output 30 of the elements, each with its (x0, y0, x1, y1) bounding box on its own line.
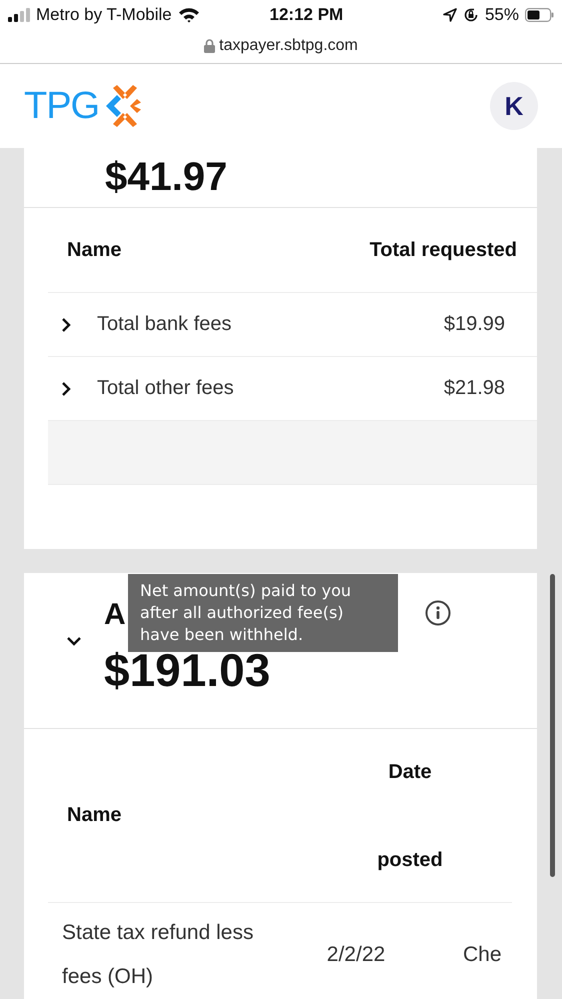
location-arrow-icon (442, 8, 457, 22)
tooltip: Net amount(s) paid to you after all authorized fee(s) have been withheld. (128, 574, 398, 652)
table-cell-text: Total bank fees (97, 313, 233, 336)
table-cell: $21.98 (444, 377, 505, 400)
fees-total-amount: $41.97 (105, 155, 228, 199)
rotation-lock-icon (462, 7, 479, 23)
chevron-icon[interactable] (66, 636, 82, 646)
chevron-icon[interactable] (60, 316, 72, 332)
carrier-name: Metro by T-Mobile (36, 5, 172, 25)
chevron-icon[interactable] (60, 380, 72, 396)
table-cell-text: Che (463, 942, 502, 968)
column-header: Total requested (370, 238, 517, 262)
avatar[interactable]: K (490, 82, 538, 130)
table-cell: $19.99 (444, 313, 505, 336)
card-heading: A (104, 597, 126, 633)
table-cell-text: State tax refund less fees (OH) (61, 920, 254, 990)
url-text[interactable]: taxpayer.sbtpg.com (219, 36, 358, 54)
battery-percent: 55% (484, 5, 519, 25)
wifi-icon (178, 7, 200, 23)
lock-icon (204, 38, 216, 52)
clock-time: 12:12 PM (270, 5, 344, 25)
table-cell-text: Total other fees (97, 377, 235, 400)
column-header: Name (66, 804, 122, 827)
scrollbar[interactable] (550, 574, 555, 877)
column-header: Name (67, 238, 122, 262)
signal-icon (8, 8, 30, 22)
info-icon[interactable] (425, 600, 451, 626)
table-cell-text: 2/2/22 (326, 942, 386, 968)
battery-icon (525, 8, 554, 22)
column-header: Date posted (376, 760, 444, 872)
